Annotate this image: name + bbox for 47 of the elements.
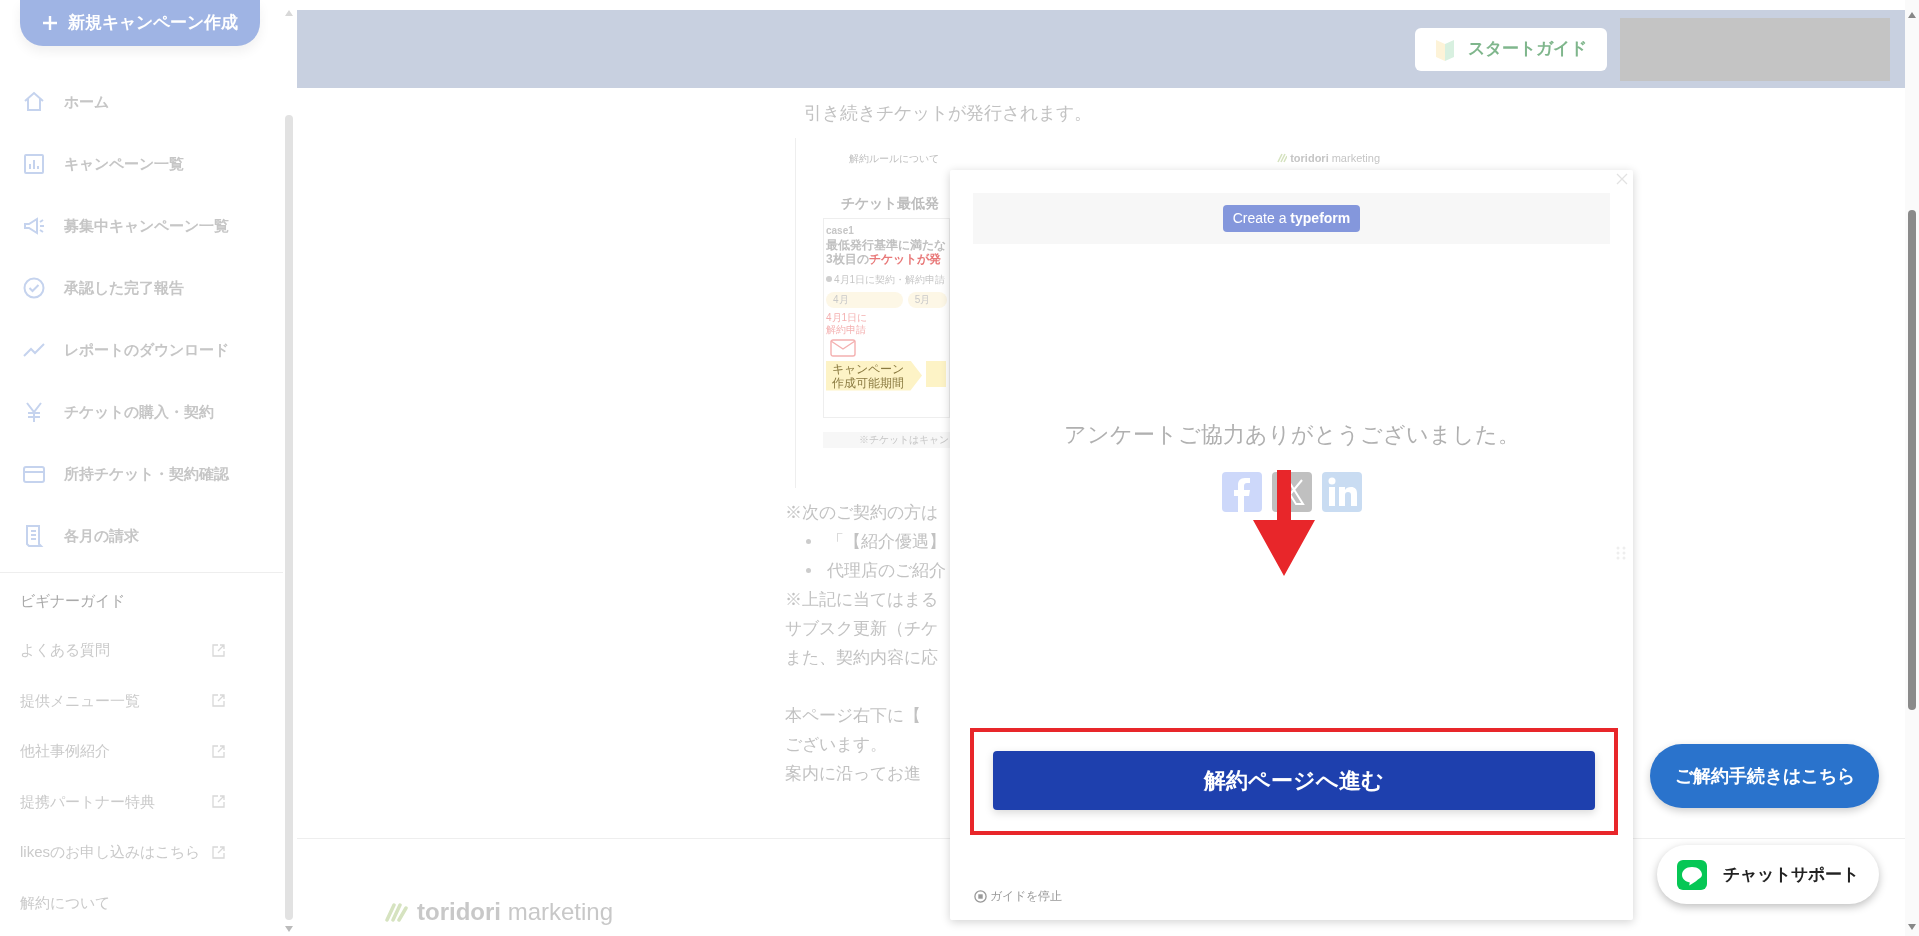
check-circle-icon: [22, 276, 46, 300]
facebook-icon[interactable]: [1221, 472, 1262, 512]
case-label: case1: [826, 223, 855, 238]
note-text: ございます。: [785, 734, 887, 756]
logo: toridori marketing: [1277, 150, 1380, 167]
plus-icon: [42, 15, 58, 31]
dot-icon: [826, 276, 832, 282]
thank-you-message: アンケートご協力ありがとうございました。: [1062, 421, 1521, 449]
bullet-dot: [806, 539, 811, 544]
envelope-icon: [830, 338, 856, 357]
note-text: ※上記に当てはまる: [785, 589, 938, 611]
nav-item[interactable]: レポートのダウンロード: [0, 319, 283, 381]
list-item: 代理店のご紹介: [827, 560, 946, 582]
close-icon[interactable]: [1615, 172, 1629, 186]
cancellation-button[interactable]: ご解約手続きはこちら: [1650, 744, 1879, 808]
case-text: 最低発行基準に満たな: [826, 237, 947, 252]
note-text: ※次のご契約の方は: [785, 502, 938, 524]
list-item: 「【紹介優遇】: [827, 531, 946, 553]
nav-item[interactable]: チケットの購入・契約: [0, 381, 283, 443]
bullet-dot: [806, 568, 811, 573]
create-typeform-button[interactable]: Create a typeform: [1222, 205, 1361, 232]
note-text: 案内に沿ってお進: [785, 763, 921, 785]
section-title: ビギナーガイド: [19, 591, 126, 611]
note-text: また、契約内容に応: [785, 647, 938, 669]
chat-support-button[interactable]: チャットサポート: [1657, 845, 1879, 904]
home-icon: [22, 90, 46, 114]
new-campaign-button[interactable]: 新規キャンペーン作成: [20, 0, 260, 46]
document-heading: チケット最低発: [841, 193, 940, 213]
cancel-note: 4月1日に 解約申請: [826, 311, 869, 336]
nav-item[interactable]: 募集中キャンペーン一覧: [0, 195, 283, 257]
chart-icon: [22, 152, 46, 176]
note-text: サブスク更新（チケ: [785, 618, 938, 640]
book-icon: [1435, 37, 1454, 61]
note-text: 本ページ右下に【: [785, 705, 921, 727]
stop-guide-button[interactable]: ガイドを停止: [974, 887, 1062, 905]
paragraph: 引き続きチケットが発行されます。: [804, 102, 1093, 125]
chat-app-icon: [1677, 859, 1707, 890]
nav-item[interactable]: 承認した完了報告: [0, 257, 283, 319]
nav-item[interactable]: 各月の請求: [0, 505, 283, 567]
case-text: 3枚目のチケットが発: [826, 251, 941, 266]
stop-icon: [974, 889, 987, 903]
linkedin-icon[interactable]: [1321, 472, 1362, 512]
start-guide-button[interactable]: スタートガイド: [1415, 27, 1607, 71]
nav-item[interactable]: キャンペーン一覧: [0, 133, 283, 195]
proceed-button[interactable]: 解約ページへ進む: [993, 751, 1595, 810]
nav-item[interactable]: ホーム: [0, 71, 283, 133]
nav-item[interactable]: 所持チケット・契約確認: [0, 443, 283, 505]
